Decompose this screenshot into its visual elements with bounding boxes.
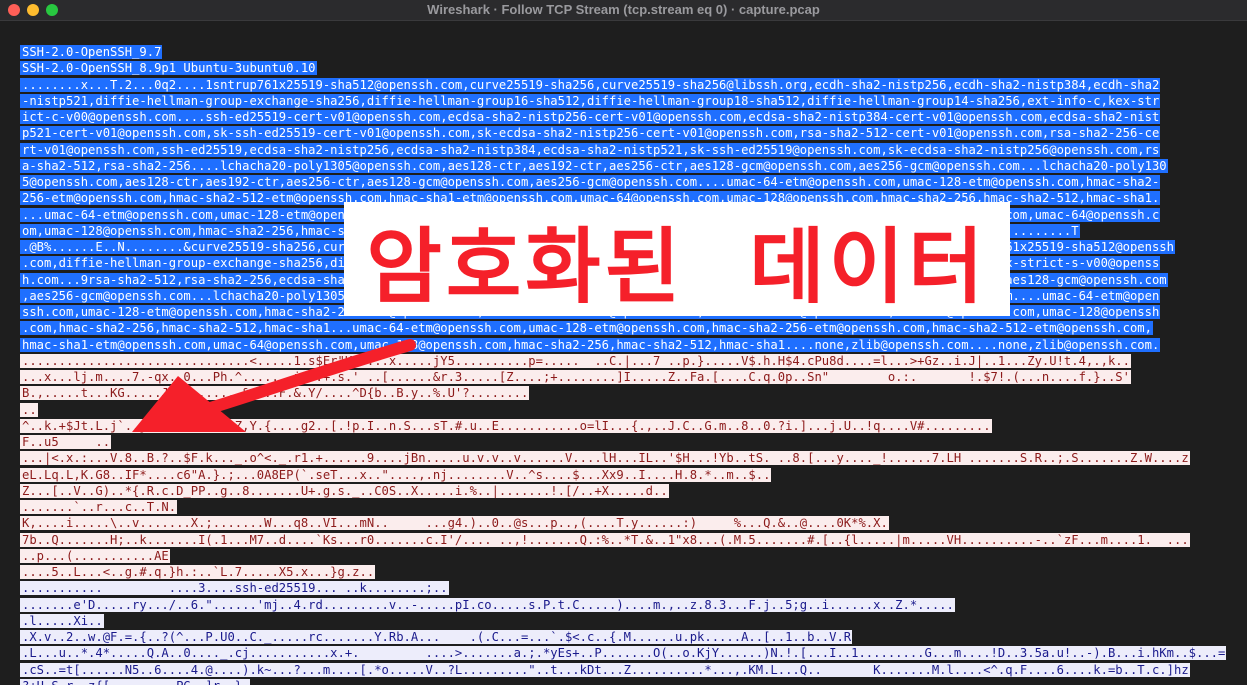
stream-line-text: p521-cert-v01@openssh.com,sk-ssh-ed25519… [20,126,1161,141]
stream-line-client: p521-cert-v01@openssh.com,sk-ssh-ed25519… [20,125,1244,141]
stream-line-client: Z...[..V..G)..*{.R.c.D_PP..g..8.......U+… [20,483,1244,499]
stream-line-text: ...............................<.....1.s… [20,353,1131,368]
stream-line-server: .com,hmac-sha2-256,hmac-sha2-512,hmac-sh… [20,320,1244,336]
stream-line-server: .cS..=t[......N5..6....4.@....).k~...?..… [20,662,1244,678]
stream-line-text: SSH-2.0-OpenSSH_9.7 [20,45,163,59]
stream-line-text: ....5..L...<..g.#.q.}h.:..`L.7.....X5.x.… [20,565,376,579]
stream-line-text: ^..k.+$Jt.L.j`..j.z.[.....JP.Z,Y.{....g2… [20,418,992,433]
stream-line-text: rt-v01@openssh.com,ssh-ed25519,ecdsa-sha… [20,142,1161,157]
stream-line-text: eL.Lq.L,K.G8..IF*....c6"A.}.;...0A8EP(`.… [20,467,772,482]
stream-line-client: F..u5 .. [20,434,1244,450]
stream-line-client: ^..k.+$Jt.L.j`..j.z.[.....JP.Z,Y.{....g2… [20,418,1244,434]
stream-line-text: ?+U.S.r..z{[.........PG..]r..}. [20,678,251,685]
stream-line-text: Z...[..V..G)..*{.R.c.D_PP..g..8.......U+… [20,483,669,498]
stream-line-client: -nistp521,diffie-hellman-group-exchange-… [20,93,1244,109]
stream-line-server: ?+U.S.r..z{[.........PG..]r..}. [20,678,1244,685]
stream-line-text: .......e'D.....ry.../..6."......'mj..4.r… [20,597,955,612]
stream-line-server: .......e'D.....ry.../..6."......'mj..4.r… [20,597,1244,613]
stream-line-text: .X.v..2..w.@F.=.{..?(^...P.U0..C._.....r… [20,630,853,644]
stream-line-text: ict-c-v00@openssh.com....ssh-ed25519-cer… [20,110,1161,124]
annotation-label: 암호화된 데이터 [366,219,988,315]
stream-line-text: F..u5 .. [20,435,112,449]
stream-line-server: .X.v..2..w.@F.=.{..?(^...P.U0..C._.....r… [20,629,1244,645]
stream-line-server: .l.....Xi.. [20,613,1244,629]
stream-line-server: hmac-sha1-etm@openssh.com,umac-64@openss… [20,337,1244,353]
stream-line-client: ........x...T.2...0q2....1sntrup761x2551… [20,77,1244,93]
stream-line-text: ..p...(...........AE [20,548,170,563]
stream-line-client: ...............................<.....1.s… [20,353,1244,369]
stream-line-text: .cS..=t[......N5..6....4.@....).k~...?..… [20,662,1190,677]
stream-line-text: ...x...lj.m....7.-qx..0...Ph.^.......i4.… [20,370,1131,384]
stream-line-text: .......`..r...c..T.N. [20,500,178,514]
stream-line-client: .. [20,402,1244,418]
stream-line-text: ...|<.x.:...V.8..B.?..$F.k..._.o^<._.r1.… [20,451,1190,466]
stream-line-text: .. [20,402,38,417]
stream-line-text: hmac-sha1-etm@openssh.com,umac-64@openss… [20,337,1161,352]
stream-line-client: ...|<.x.:...V.8..B.?..$F.k..._.o^<._.r1.… [20,450,1244,466]
follow-stream-pane: SSH-2.0-OpenSSH_9.7 SSH-2.0-OpenSSH_8.9p1… [0,21,1247,685]
stream-line-text: a-sha2-512,rsa-sha2-256....lchacha20-pol… [20,158,1168,173]
stream-line-text: SSH-2.0-OpenSSH_8.9p1 Ubuntu-3ubuntu0.10 [20,61,317,76]
stream-line-client: eL.Lq.L,K.G8..IF*....c6"A.}.;...0A8EP(`.… [20,467,1244,483]
stream-line-text: .l.....Xi.. [20,613,104,628]
stream-line-server: ........... ....3....ssh-ed25519... ..k.… [20,580,1244,596]
stream-line-text: .com,hmac-sha2-256,hmac-sha2-512,hmac-sh… [20,321,1153,336]
tcp-stream-text[interactable]: SSH-2.0-OpenSSH_9.7 SSH-2.0-OpenSSH_8.9p1… [20,44,1244,685]
stream-line-client: 7b..Q.......H;..k.......I(.1...M7..d....… [20,532,1244,548]
stream-line-client: ...x...lj.m....7.-qx..0...Ph.^.......i4.… [20,369,1244,385]
stream-line-client: rt-v01@openssh.com,ssh-ed25519,ecdsa-sha… [20,142,1244,158]
stream-line-text: 5@openssh.com,aes128-ctr,aes192-ctr,aes2… [20,175,1161,189]
stream-line-server: SSH-2.0-OpenSSH_9.7 [20,44,1244,60]
stream-line-client: .......`..r...c..T.N. [20,499,1244,515]
stream-line-text: -nistp521,diffie-hellman-group-exchange-… [20,93,1161,108]
stream-line-client: ....5..L...<..g.#.q.}h.:..`L.7.....X5.x.… [20,564,1244,580]
stream-line-client: a-sha2-512,rsa-sha2-256....lchacha20-pol… [20,158,1244,174]
stream-line-text: ........... ....3....ssh-ed25519... ..k.… [20,581,449,596]
stream-line-text: 7b..Q.......H;..k.......I(.1...M7..d....… [20,532,1190,547]
stream-line-server: SSH-2.0-OpenSSH_8.9p1 Ubuntu-3ubuntu0.10 [20,60,1244,76]
stream-line-client: 5@openssh.com,aes128-ctr,aes192-ctr,aes2… [20,174,1244,190]
window-title: Wireshark · Follow TCP Stream (tcp.strea… [427,2,820,17]
stream-line-server: .L...u..*.4*.....Q.A..0...._.cj.........… [20,645,1244,661]
stream-line-text: B.,.....t...KG.....JR.........&.5..F.&.Y… [20,386,530,401]
stream-line-client: K,....i.....\..v.......X.;.......W...q8.… [20,515,1244,531]
stream-line-text: ........x...T.2...0q2....1sntrup761x2551… [20,77,1161,92]
window-titlebar: Wireshark · Follow TCP Stream (tcp.strea… [0,0,1247,21]
stream-line-client: ict-c-v00@openssh.com....ssh-ed25519-cer… [20,109,1244,125]
annotation-label-box: 암호화된 데이터 [344,202,1010,316]
stream-line-client: B.,.....t...KG.....JR.........&.5..F.&.Y… [20,385,1244,401]
stream-line-text: K,....i.....\..v.......X.;.......W...q8.… [20,516,889,531]
stream-line-text: .L...u..*.4*.....Q.A..0...._.cj.........… [20,646,1227,661]
stream-line-client: ..p...(...........AE [20,548,1244,564]
